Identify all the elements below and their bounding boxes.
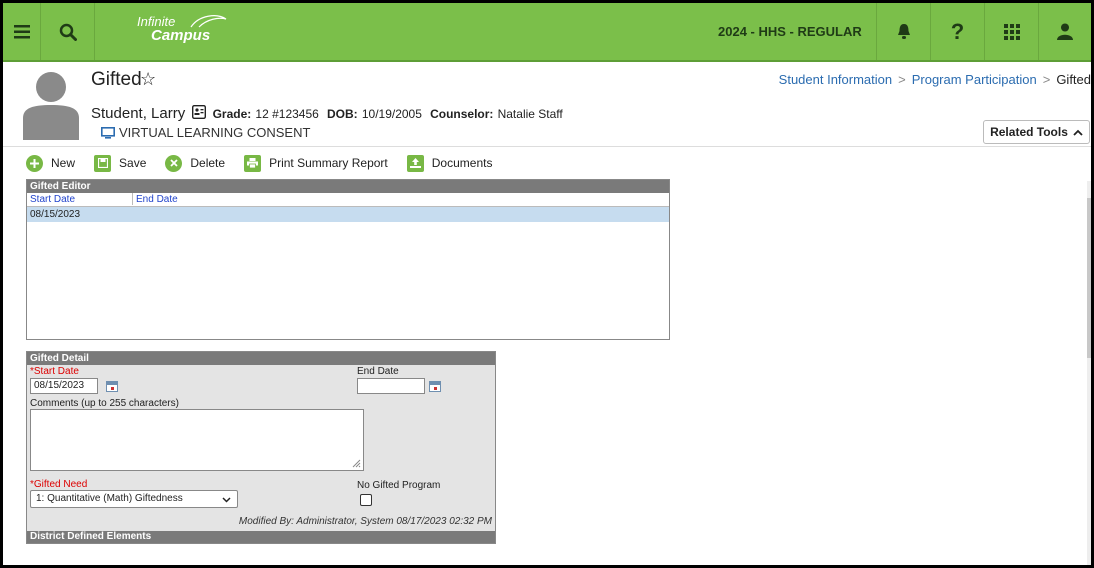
delete-circle-icon [165, 154, 183, 172]
gifted-editor-title: Gifted Editor [27, 180, 669, 193]
counselor-label: Counselor: [430, 107, 494, 121]
notifications-button[interactable] [877, 3, 930, 60]
column-start-date[interactable]: Start Date [30, 194, 75, 205]
breadcrumb-program-participation[interactable]: Program Participation [912, 72, 1037, 87]
no-gifted-program-checkbox[interactable] [360, 494, 372, 506]
table-row[interactable]: 08/15/2023 [27, 207, 669, 222]
grade-label: Grade: [212, 107, 252, 121]
app-grid-button[interactable] [985, 3, 1038, 60]
upload-icon [406, 154, 424, 172]
grade-value: 12 #123456 [255, 107, 319, 121]
district-defined-elements-header[interactable]: District Defined Elements [27, 531, 495, 543]
menu-icon [13, 24, 30, 38]
end-date-calendar-icon[interactable] [429, 381, 441, 392]
start-date-label: *Start Date [30, 366, 79, 377]
delete-button[interactable]: Delete [165, 154, 226, 172]
end-date-label: End Date [357, 366, 399, 377]
comments-label: Comments (up to 255 characters) [30, 398, 179, 409]
breadcrumb: Student Information > Program Participatio… [779, 72, 1091, 87]
end-date-input[interactable] [357, 378, 425, 394]
start-date-input[interactable]: 08/15/2023 [30, 378, 98, 394]
chevron-down-icon [222, 497, 231, 503]
comments-textarea[interactable] [30, 409, 364, 471]
gifted-need-select[interactable]: 1: Quantitative (Math) Giftedness [30, 490, 238, 508]
monitor-icon [101, 126, 115, 139]
save-button[interactable]: Save [94, 154, 147, 172]
gifted-detail-title: Gifted Detail [27, 352, 495, 365]
save-icon [94, 154, 112, 172]
documents-label: Documents [431, 156, 493, 170]
gifted-editor-panel: Gifted Editor Start Date End Date 08/15/… [26, 179, 670, 340]
gifted-need-label: *Gifted Need [30, 479, 88, 490]
app-window: Infinite Campus 2024 - HHS - REGULAR ? G… [3, 3, 1091, 565]
app-grid-icon [1003, 23, 1020, 40]
delete-label: Delete [190, 156, 226, 170]
logo-swoosh-icon [190, 15, 227, 28]
start-date-calendar-icon[interactable] [106, 381, 118, 392]
help-icon: ? [950, 18, 965, 44]
printer-icon [244, 154, 262, 172]
documents-button[interactable]: Documents [406, 154, 493, 172]
no-gifted-program-label: No Gifted Program [357, 480, 441, 491]
logo-line2: Campus [151, 27, 211, 44]
column-end-date[interactable]: End Date [132, 193, 178, 205]
breadcrumb-student-information[interactable]: Student Information [779, 72, 892, 87]
top-navigation-bar: Infinite Campus 2024 - HHS - REGULAR ? [3, 3, 1091, 62]
calendar-selector[interactable]: 2024 - HHS - REGULAR [718, 3, 862, 60]
search-icon [59, 23, 77, 41]
student-info-line: Student, Larry Grade: 12 #123456 DOB: 10… [91, 104, 563, 122]
bell-icon [897, 24, 910, 39]
help-button[interactable]: ? [931, 3, 984, 60]
row-start-date: 08/15/2023 [30, 209, 81, 220]
contact-card-icon[interactable] [192, 104, 207, 120]
breadcrumb-separator: > [898, 72, 906, 87]
user-menu-button[interactable] [1039, 3, 1091, 60]
new-label: New [51, 156, 76, 170]
action-toolbar: New Save Delete Print Summary Report Doc… [26, 153, 511, 173]
breadcrumb-current: Gifted [1056, 72, 1091, 87]
dob-label: DOB: [327, 107, 358, 121]
scrollbar-thumb[interactable] [1087, 198, 1091, 358]
user-icon [1057, 23, 1073, 40]
dob-value: 10/19/2005 [361, 107, 422, 121]
plus-circle-icon [26, 154, 43, 172]
save-label: Save [119, 156, 147, 170]
editor-grid-header: Start Date End Date [27, 193, 669, 207]
related-tools-label: Related Tools [990, 125, 1068, 139]
breadcrumb-separator: > [1042, 72, 1051, 87]
header-divider [3, 146, 1091, 147]
print-summary-report-button[interactable]: Print Summary Report [244, 154, 388, 172]
page-title: Gifted [91, 69, 142, 90]
virtual-learning-consent-link[interactable]: VIRTUAL LEARNING CONSENT [101, 125, 310, 140]
gifted-detail-panel: Gifted Detail *Start Date 08/15/2023 End… [26, 351, 496, 544]
student-name: Student, Larry [91, 105, 186, 122]
new-button[interactable]: New [26, 154, 76, 172]
counselor-value: Natalie Staff [497, 107, 563, 121]
favorite-star-icon[interactable]: ☆ [140, 69, 156, 90]
student-avatar [23, 72, 79, 140]
infinite-campus-logo[interactable]: Infinite Campus [137, 15, 227, 44]
resize-grip-icon[interactable] [352, 459, 361, 468]
related-tools-button[interactable]: Related Tools [983, 120, 1090, 144]
consent-label: VIRTUAL LEARNING CONSENT [119, 125, 311, 140]
gifted-need-value: 1: Quantitative (Math) Giftedness [36, 493, 183, 504]
print-label: Print Summary Report [269, 156, 388, 170]
chevron-up-icon [1073, 129, 1083, 136]
search-button[interactable] [41, 3, 94, 60]
menu-button[interactable] [3, 3, 40, 60]
modified-by-text: Modified By: Administrator, System 08/17… [238, 516, 492, 527]
